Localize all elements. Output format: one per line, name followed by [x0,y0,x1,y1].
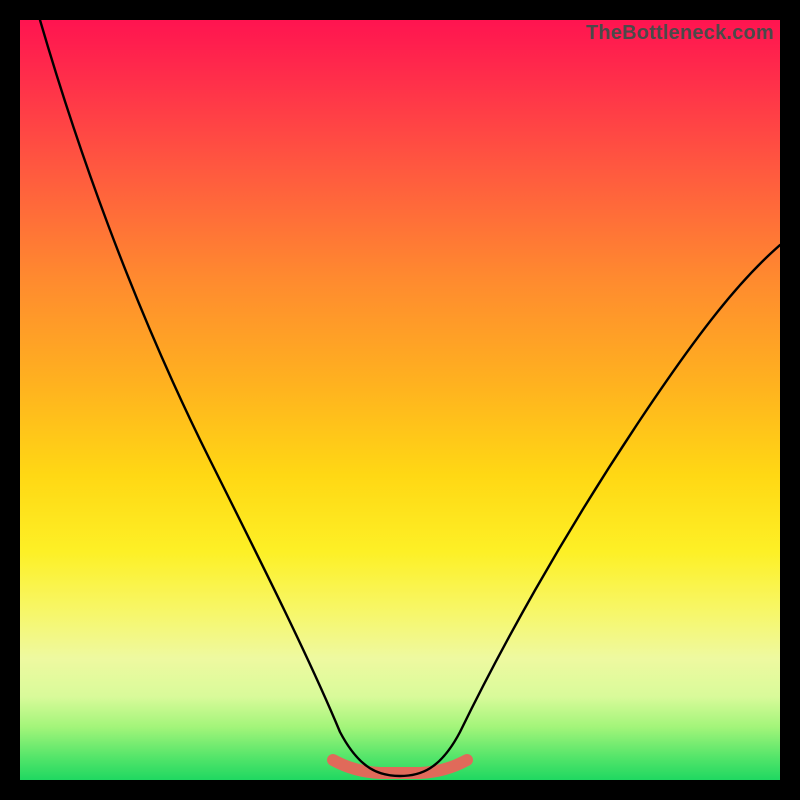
optimal-band-segment [333,760,467,773]
gradient-plot-area: TheBottleneck.com [20,20,780,780]
chart-frame: TheBottleneck.com [0,0,800,800]
curve-path [40,20,780,776]
bottleneck-curve [20,20,780,780]
